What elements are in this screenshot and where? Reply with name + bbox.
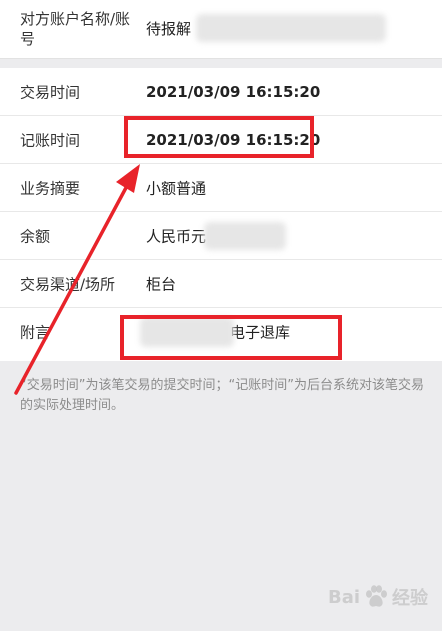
baidu-watermark: Bai 经验 xyxy=(328,577,428,617)
annotation-arrow xyxy=(14,164,140,395)
baidu-paw-icon xyxy=(366,585,388,607)
watermark-brand-left: Bai xyxy=(328,586,361,608)
watermark-brand-right: 经验 xyxy=(392,588,429,609)
